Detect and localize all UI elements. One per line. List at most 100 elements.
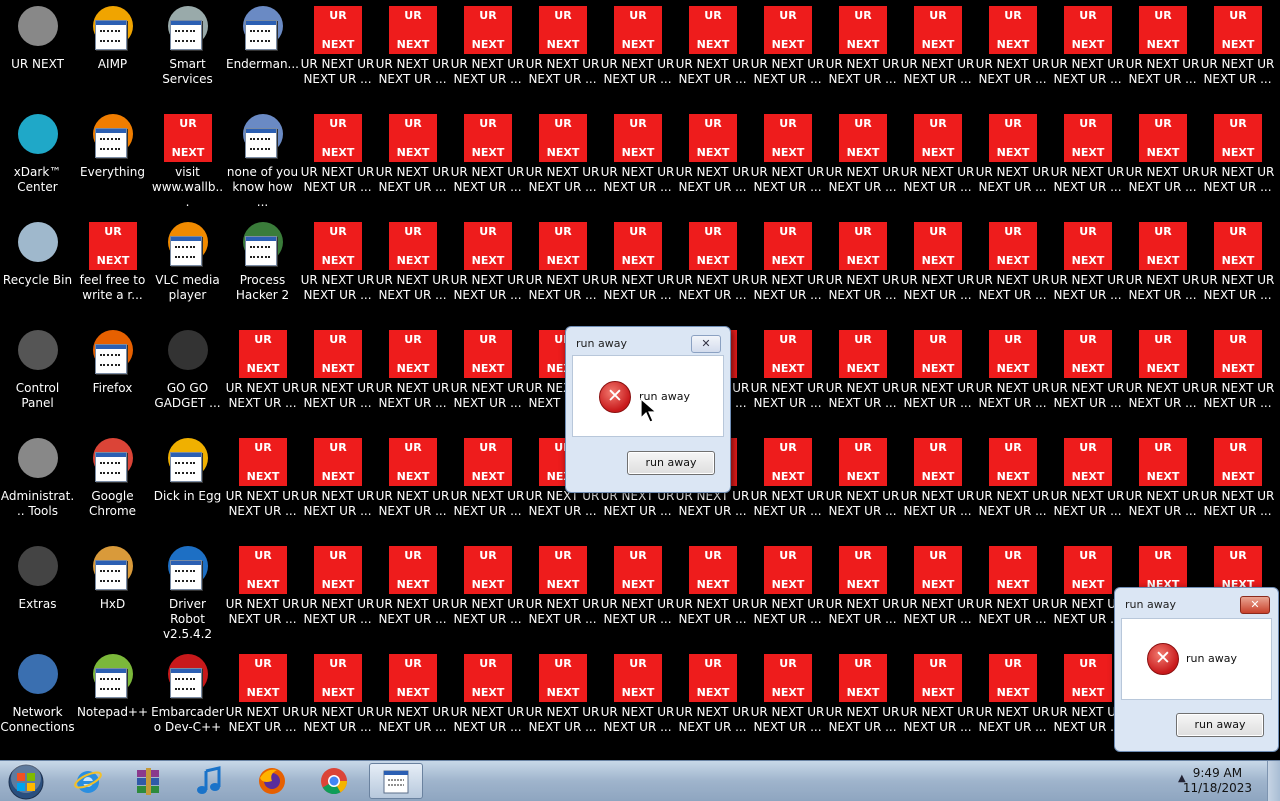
desktop-icon[interactable]: Network Connections xyxy=(0,648,75,756)
urnext-desktop-icon[interactable]: UR NEXT UR NEXT UR NEXT UR ... xyxy=(1050,432,1125,540)
urnext-desktop-icon[interactable]: UR NEXT UR NEXT UR NEXT UR ... xyxy=(750,324,825,432)
urnext-desktop-icon[interactable]: UR NEXT UR NEXT UR NEXT UR ... xyxy=(900,432,975,540)
urnext-desktop-icon[interactable]: UR NEXT UR NEXT UR NEXT UR ... xyxy=(675,216,750,324)
urnext-desktop-icon[interactable]: UR NEXT UR NEXT UR NEXT UR ... xyxy=(450,432,525,540)
urnext-desktop-icon[interactable]: UR NEXT UR NEXT UR NEXT UR ... xyxy=(375,648,450,756)
desktop-icon[interactable]: none of you know how ... xyxy=(225,108,300,216)
urnext-desktop-icon[interactable]: UR NEXT UR NEXT UR NEXT UR ... xyxy=(825,0,900,108)
taskbar-firefox[interactable] xyxy=(246,763,300,799)
dialog-close-button[interactable]: ✕ xyxy=(1240,596,1270,614)
desktop-icon[interactable]: UR NEXT visit www.wallb... xyxy=(150,108,225,216)
urnext-desktop-icon[interactable]: UR NEXT UR NEXT UR NEXT UR ... xyxy=(525,540,600,648)
urnext-desktop-icon[interactable]: UR NEXT UR NEXT UR NEXT UR ... xyxy=(975,108,1050,216)
urnext-desktop-icon[interactable]: UR NEXT UR NEXT UR NEXT UR ... xyxy=(900,540,975,648)
desktop-icon[interactable]: GO GO GADGET ... xyxy=(150,324,225,432)
desktop-icon[interactable]: Enderman... xyxy=(225,0,300,108)
urnext-desktop-icon[interactable]: UR NEXT UR NEXT UR NEXT UR ... xyxy=(975,432,1050,540)
urnext-desktop-icon[interactable]: UR NEXT UR NEXT UR NEXT UR ... xyxy=(300,216,375,324)
urnext-desktop-icon[interactable]: UR NEXT UR NEXT UR NEXT UR ... xyxy=(225,540,300,648)
dialog-close-button[interactable]: ✕ xyxy=(691,335,721,353)
urnext-desktop-icon[interactable]: UR NEXT UR NEXT UR NEXT UR ... xyxy=(825,216,900,324)
urnext-desktop-icon[interactable]: UR NEXT UR NEXT UR NEXT UR ... xyxy=(225,648,300,756)
desktop-icon[interactable]: HxD xyxy=(75,540,150,648)
urnext-desktop-icon[interactable]: UR NEXT UR NEXT UR NEXT UR ... xyxy=(450,648,525,756)
urnext-desktop-icon[interactable]: UR NEXT UR NEXT UR NEXT UR ... xyxy=(450,324,525,432)
urnext-desktop-icon[interactable]: UR NEXT UR NEXT UR NEXT UR ... xyxy=(1200,108,1275,216)
urnext-desktop-icon[interactable]: UR NEXT UR NEXT UR NEXT UR ... xyxy=(375,108,450,216)
urnext-desktop-icon[interactable]: UR NEXT UR NEXT UR NEXT UR ... xyxy=(600,0,675,108)
urnext-desktop-icon[interactable]: UR NEXT UR NEXT UR NEXT UR ... xyxy=(450,540,525,648)
desktop-icon[interactable]: Driver Robot v2.5.4.2 xyxy=(150,540,225,648)
urnext-desktop-icon[interactable]: UR NEXT UR NEXT UR NEXT UR ... xyxy=(300,648,375,756)
urnext-desktop-icon[interactable]: UR NEXT UR NEXT UR NEXT UR ... xyxy=(825,108,900,216)
urnext-desktop-icon[interactable]: UR NEXT UR NEXT UR NEXT UR ... xyxy=(675,540,750,648)
urnext-desktop-icon[interactable]: UR NEXT UR NEXT UR NEXT UR ... xyxy=(525,216,600,324)
desktop-icon[interactable]: Everything xyxy=(75,108,150,216)
urnext-desktop-icon[interactable]: UR NEXT UR NEXT UR NEXT UR ... xyxy=(675,0,750,108)
urnext-desktop-icon[interactable]: UR NEXT UR NEXT UR NEXT UR ... xyxy=(825,540,900,648)
urnext-desktop-icon[interactable]: UR NEXT UR NEXT UR NEXT UR ... xyxy=(1050,324,1125,432)
desktop-icon[interactable]: VLC media player xyxy=(150,216,225,324)
urnext-desktop-icon[interactable]: UR NEXT UR NEXT UR NEXT UR ... xyxy=(900,216,975,324)
desktop-icon[interactable]: Dick in Egg xyxy=(150,432,225,540)
urnext-desktop-icon[interactable]: UR NEXT UR NEXT UR NEXT UR ... xyxy=(525,648,600,756)
urnext-desktop-icon[interactable]: UR NEXT UR NEXT UR NEXT UR ... xyxy=(675,108,750,216)
desktop-icon[interactable]: UR NEXT xyxy=(0,0,75,108)
urnext-desktop-icon[interactable]: UR NEXT UR NEXT UR NEXT UR ... xyxy=(1200,0,1275,108)
urnext-desktop-icon[interactable]: UR NEXT UR NEXT UR NEXT UR ... xyxy=(825,648,900,756)
urnext-desktop-icon[interactable]: UR NEXT UR NEXT UR NEXT UR ... xyxy=(600,108,675,216)
urnext-desktop-icon[interactable]: UR NEXT UR NEXT UR NEXT UR ... xyxy=(825,432,900,540)
urnext-desktop-icon[interactable]: UR NEXT UR NEXT UR NEXT UR ... xyxy=(750,432,825,540)
urnext-desktop-icon[interactable]: UR NEXT UR NEXT UR NEXT UR ... xyxy=(600,216,675,324)
urnext-desktop-icon[interactable]: UR NEXT UR NEXT UR NEXT UR ... xyxy=(375,324,450,432)
urnext-desktop-icon[interactable]: UR NEXT UR NEXT UR NEXT UR ... xyxy=(1050,216,1125,324)
urnext-desktop-icon[interactable]: UR NEXT UR NEXT UR NEXT UR ... xyxy=(750,216,825,324)
urnext-desktop-icon[interactable]: UR NEXT UR NEXT UR NEXT UR ... xyxy=(1125,432,1200,540)
urnext-desktop-icon[interactable]: UR NEXT UR NEXT UR NEXT UR ... xyxy=(375,540,450,648)
urnext-desktop-icon[interactable]: UR NEXT UR NEXT UR NEXT UR ... xyxy=(375,216,450,324)
show-desktop-button[interactable] xyxy=(1267,761,1280,801)
run-away-button[interactable]: run away xyxy=(1176,713,1264,737)
desktop-icon[interactable]: Embarcadero Dev-C++ xyxy=(150,648,225,756)
urnext-desktop-icon[interactable]: UR NEXT UR NEXT UR NEXT UR ... xyxy=(1200,324,1275,432)
urnext-desktop-icon[interactable]: UR NEXT UR NEXT UR NEXT UR ... xyxy=(975,216,1050,324)
urnext-desktop-icon[interactable]: UR NEXT UR NEXT UR NEXT UR ... xyxy=(450,0,525,108)
urnext-desktop-icon[interactable]: UR NEXT UR NEXT UR NEXT UR ... xyxy=(300,0,375,108)
taskbar-winrar[interactable] xyxy=(122,763,176,799)
urnext-desktop-icon[interactable]: UR NEXT UR NEXT UR NEXT UR ... xyxy=(300,540,375,648)
urnext-desktop-icon[interactable]: UR NEXT UR NEXT UR NEXT UR ... xyxy=(1125,108,1200,216)
urnext-desktop-icon[interactable]: UR NEXT UR NEXT UR NEXT UR ... xyxy=(225,432,300,540)
run-away-button[interactable]: run away xyxy=(627,451,715,475)
desktop-icon[interactable]: xDark™ Center xyxy=(0,108,75,216)
urnext-desktop-icon[interactable]: UR NEXT UR NEXT UR NEXT UR ... xyxy=(525,0,600,108)
urnext-desktop-icon[interactable]: UR NEXT UR NEXT UR NEXT UR ... xyxy=(750,648,825,756)
taskbar-active-app[interactable] xyxy=(369,763,423,799)
urnext-desktop-icon[interactable]: UR NEXT UR NEXT UR NEXT UR ... xyxy=(1125,324,1200,432)
urnext-desktop-icon[interactable]: UR NEXT UR NEXT UR NEXT UR ... xyxy=(225,324,300,432)
urnext-desktop-icon[interactable]: UR NEXT UR NEXT UR NEXT UR ... xyxy=(975,540,1050,648)
desktop-icon[interactable]: Recycle Bin xyxy=(0,216,75,324)
urnext-desktop-icon[interactable]: UR NEXT UR NEXT UR NEXT UR ... xyxy=(900,324,975,432)
urnext-desktop-icon[interactable]: UR NEXT UR NEXT UR NEXT UR ... xyxy=(600,648,675,756)
desktop-icon[interactable]: Notepad++ xyxy=(75,648,150,756)
urnext-desktop-icon[interactable]: UR NEXT UR NEXT UR NEXT UR ... xyxy=(900,0,975,108)
desktop-icon[interactable]: Smart Services xyxy=(150,0,225,108)
taskbar-chrome[interactable] xyxy=(308,763,362,799)
urnext-desktop-icon[interactable]: UR NEXT UR NEXT UR NEXT UR ... xyxy=(900,108,975,216)
urnext-desktop-icon[interactable]: UR NEXT UR NEXT UR NEXT UR ... xyxy=(975,648,1050,756)
urnext-desktop-icon[interactable]: UR NEXT UR NEXT UR NEXT UR ... xyxy=(1200,216,1275,324)
urnext-desktop-icon[interactable]: UR NEXT UR NEXT UR NEXT UR ... xyxy=(900,648,975,756)
urnext-desktop-icon[interactable]: UR NEXT UR NEXT UR NEXT UR ... xyxy=(1050,0,1125,108)
urnext-desktop-icon[interactable]: UR NEXT UR NEXT UR NEXT UR ... xyxy=(1125,216,1200,324)
clock[interactable]: 9:49 AM 11/18/2023 xyxy=(1183,766,1252,796)
desktop-icon[interactable]: UR NEXT feel free to write a r... xyxy=(75,216,150,324)
urnext-desktop-icon[interactable]: UR NEXT UR NEXT UR NEXT UR ... xyxy=(1050,108,1125,216)
urnext-desktop-icon[interactable]: UR NEXT UR NEXT UR NEXT UR ... xyxy=(300,432,375,540)
urnext-desktop-icon[interactable]: UR NEXT UR NEXT UR NEXT UR ... xyxy=(750,0,825,108)
urnext-desktop-icon[interactable]: UR NEXT UR NEXT UR NEXT UR ... xyxy=(450,216,525,324)
taskbar-music[interactable] xyxy=(184,763,238,799)
desktop-icon[interactable]: Firefox xyxy=(75,324,150,432)
urnext-desktop-icon[interactable]: UR NEXT UR NEXT UR NEXT UR ... xyxy=(1200,432,1275,540)
start-button[interactable] xyxy=(0,763,56,800)
urnext-desktop-icon[interactable]: UR NEXT UR NEXT UR NEXT UR ... xyxy=(975,324,1050,432)
